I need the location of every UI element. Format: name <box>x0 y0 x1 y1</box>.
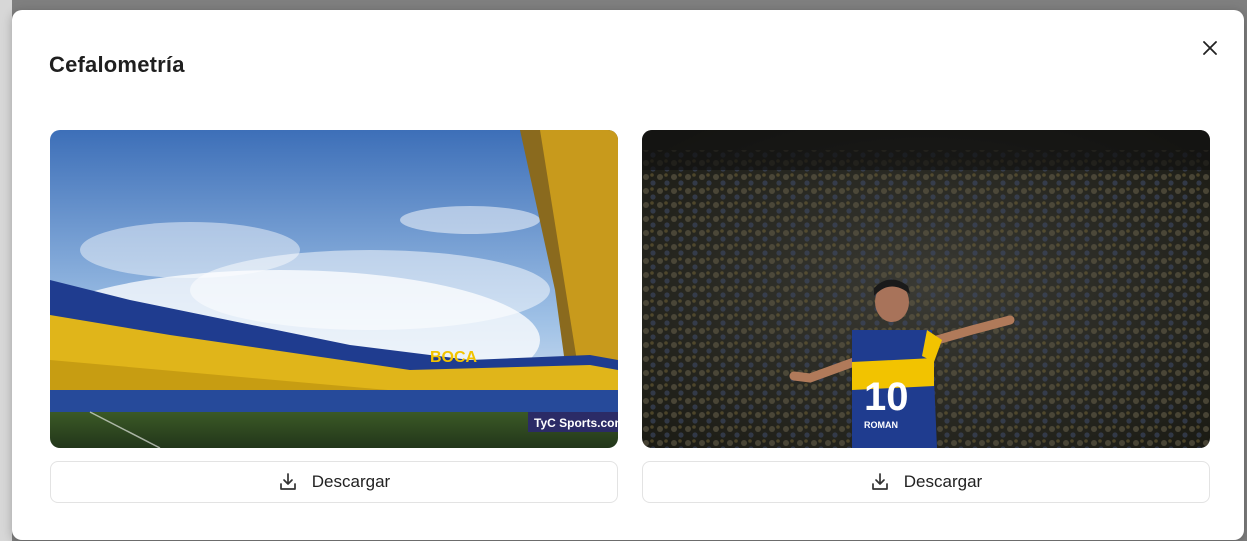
stadium-photo: BOCA TyC Sports.com <box>50 130 618 448</box>
download-button[interactable]: Descargar <box>642 461 1210 503</box>
player-photo: 10 ROMAN <box>642 130 1210 448</box>
image-modal: Cefalometría BOCA TyC Sports.com Descarg… <box>12 10 1244 540</box>
background-page-edge <box>0 0 12 541</box>
download-button[interactable]: Descargar <box>50 461 618 503</box>
image-card-player: 10 ROMAN Descargar <box>642 130 1210 503</box>
close-button[interactable] <box>1198 36 1222 60</box>
download-icon <box>871 473 888 490</box>
download-label: Descargar <box>311 472 391 491</box>
tyc-watermark: TyC Sports.com <box>534 416 618 430</box>
close-icon <box>1203 41 1217 55</box>
jersey-name: ROMAN <box>864 420 898 430</box>
modal-title: Cefalometría <box>49 52 185 77</box>
stadium-letters: BOCA <box>430 349 478 366</box>
download-icon <box>279 473 296 490</box>
download-label: Descargar <box>903 472 983 491</box>
jersey-number: 10 <box>864 375 909 419</box>
image-card-stadium: BOCA TyC Sports.com Descargar <box>50 130 618 503</box>
